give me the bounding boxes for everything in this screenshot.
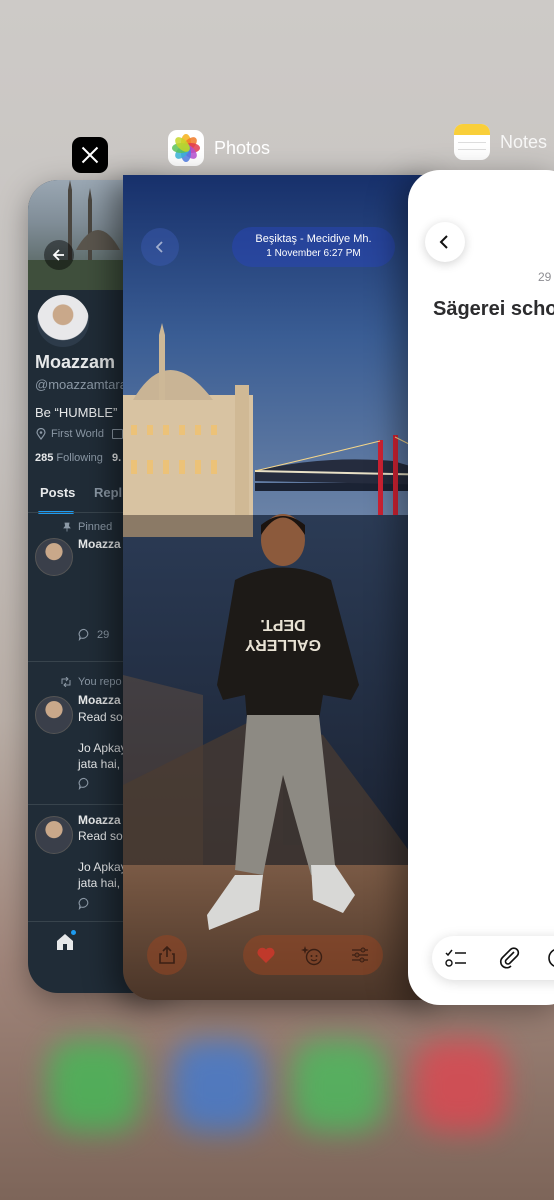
app-label-photos[interactable]: Photos — [168, 130, 270, 166]
following-count: 285 — [35, 452, 54, 464]
tab-posts[interactable]: Posts — [38, 484, 75, 514]
photo-image: DEPT. GALLERY — [123, 175, 441, 1000]
dock-app-music — [414, 1040, 506, 1132]
checklist-icon[interactable] — [444, 947, 468, 969]
profile-handle: @moazzamtara — [35, 377, 127, 392]
repost-icon — [61, 677, 71, 687]
post-avatar[interactable] — [35, 538, 73, 576]
compass-icon[interactable] — [548, 946, 554, 970]
x-logo-icon — [72, 137, 108, 173]
reply-action[interactable]: 29 — [78, 628, 109, 641]
post-author: Moazza — [78, 813, 121, 827]
following-label: Following — [56, 452, 103, 464]
svg-text:GALLERY: GALLERY — [245, 636, 321, 653]
photo-actions-bar — [243, 935, 383, 975]
note-date: 29 — [538, 270, 552, 284]
pinned-label: Pinned — [62, 521, 112, 533]
post-text: jata hai, — [78, 876, 121, 890]
profile-name: Moazzam — [35, 352, 116, 372]
photos-app-name: Photos — [214, 137, 271, 158]
arrow-left-icon — [52, 249, 64, 261]
calendar-icon — [111, 429, 123, 439]
attachment-icon[interactable] — [498, 946, 520, 970]
nav-home[interactable] — [55, 930, 76, 957]
post-text: Jo Apkay — [78, 860, 127, 874]
dock-app-phone — [48, 1040, 140, 1132]
back-button[interactable] — [44, 240, 74, 270]
photo-info-pill[interactable]: Beşiktaş - Mecidiye Mh. 1 November 6:27 … — [232, 227, 395, 267]
repost-label: You repo — [60, 676, 122, 688]
comment-icon — [78, 628, 89, 641]
dock-app-safari — [172, 1040, 264, 1132]
heart-icon[interactable] — [256, 946, 276, 964]
home-icon — [57, 934, 73, 950]
back-button[interactable] — [141, 228, 179, 266]
visual-lookup-icon[interactable] — [300, 944, 325, 966]
note-title[interactable]: Sägerei scho — [433, 298, 554, 321]
back-button[interactable] — [425, 222, 465, 262]
chevron-left-icon — [439, 235, 448, 249]
following-stats[interactable]: 285 Following 9. — [35, 452, 121, 464]
share-icon — [159, 945, 175, 964]
app-label-notes[interactable]: Notes — [454, 124, 547, 160]
followers-count: 9. — [111, 452, 122, 464]
post-text: jata hai, — [78, 757, 121, 771]
dock-app-messages — [292, 1040, 384, 1132]
adjust-icon[interactable] — [350, 946, 370, 964]
photos-app-icon — [168, 130, 204, 166]
tab-replies[interactable]: Repli — [94, 484, 126, 502]
notification-dot — [71, 930, 76, 935]
svg-text:DEPT.: DEPT. — [260, 616, 305, 633]
notes-app-icon — [454, 124, 490, 160]
post-text: Read so — [78, 829, 123, 843]
pin-icon — [63, 522, 71, 532]
profile-location: First World — [35, 428, 123, 440]
profile-bio: Be “HUMBLE” — [35, 405, 118, 420]
post-text: Read so — [78, 710, 123, 724]
location-pin-icon — [36, 428, 46, 440]
post-text: Jo Apkay — [78, 741, 127, 755]
share-button[interactable] — [147, 935, 187, 975]
comment-icon[interactable] — [78, 897, 91, 910]
profile-avatar[interactable] — [34, 292, 92, 350]
photo-location: Beşiktaş - Mecidiye Mh. — [255, 233, 372, 245]
app-card-notes[interactable]: 29 Sägerei scho — [408, 170, 554, 1005]
comment-icon[interactable] — [78, 777, 91, 790]
post-avatar[interactable] — [35, 696, 73, 734]
photo-datetime: 1 November 6:27 PM — [266, 248, 361, 259]
app-card-photos[interactable]: DEPT. GALLERY Beşiktaş - Mecidiye Mh. 1 … — [123, 175, 441, 1000]
app-label-x[interactable] — [72, 137, 108, 173]
post-author: Moazza — [78, 537, 121, 551]
post-avatar[interactable] — [35, 816, 73, 854]
chevron-left-icon — [155, 241, 163, 253]
notes-app-name: Notes — [500, 131, 548, 152]
post-author: Moazza — [78, 693, 121, 707]
notes-toolbar — [432, 936, 554, 980]
